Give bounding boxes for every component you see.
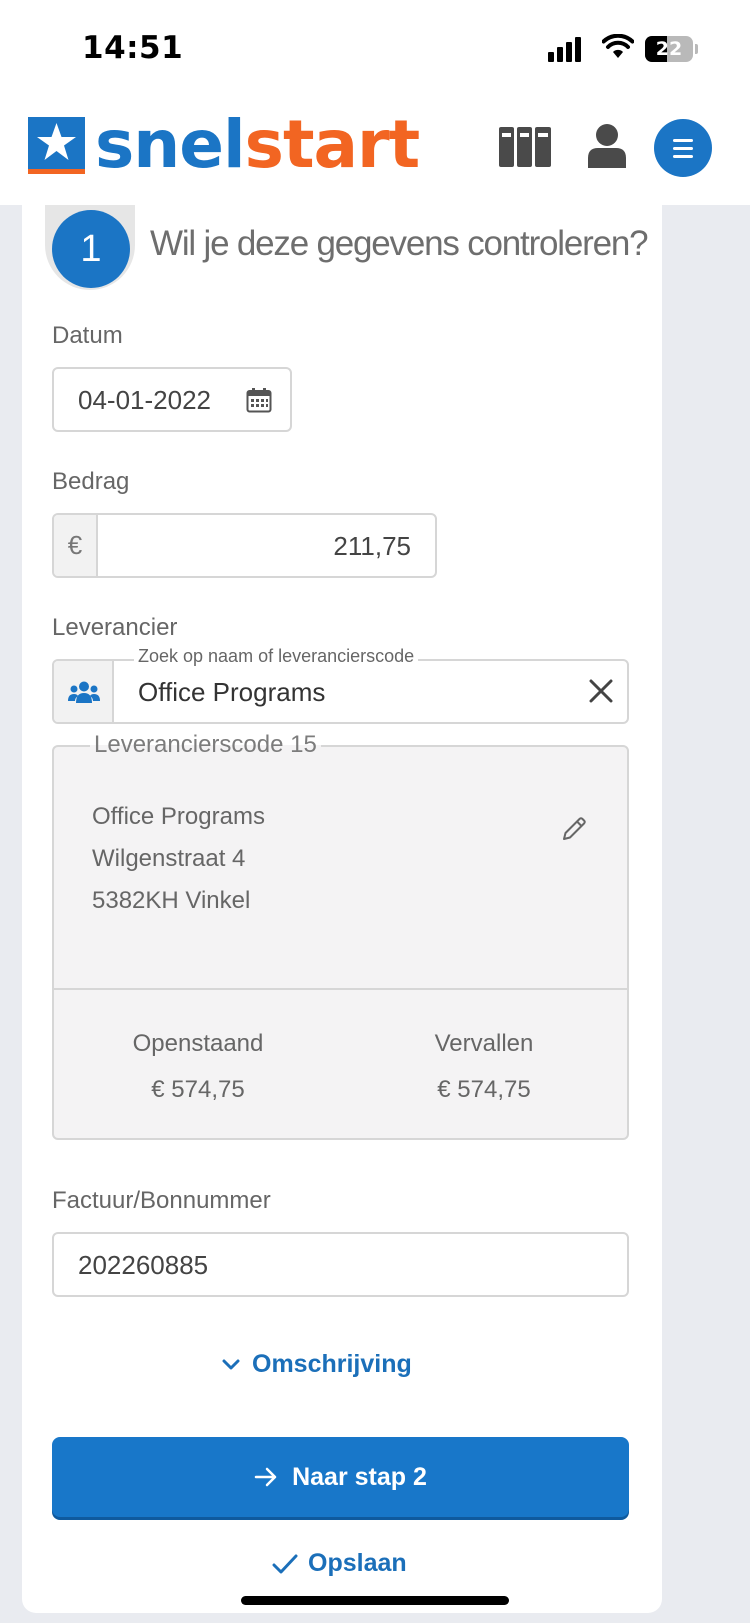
battery-icon: 22	[645, 36, 693, 62]
invoice-label: Factuur/Bonnummer	[52, 1187, 271, 1214]
invoice-number-field[interactable]: 202260885	[52, 1232, 629, 1297]
binders-icon[interactable]	[499, 127, 551, 167]
open-amount: € 574,75	[151, 1076, 245, 1103]
supplier-addon	[54, 661, 114, 722]
logo-star-icon[interactable]	[28, 117, 85, 174]
save-button[interactable]: Opslaan	[272, 1549, 407, 1578]
supplier-city: 5382KH Vinkel	[92, 887, 251, 914]
battery-tip	[695, 44, 698, 54]
users-icon	[68, 681, 100, 703]
amount-field[interactable]: € 211,75	[52, 513, 437, 578]
supplier-label: Leverancier	[52, 614, 178, 641]
date-label: Datum	[52, 322, 123, 349]
supplier-name: Office Programs	[92, 803, 265, 830]
wifi-icon	[602, 34, 634, 58]
battery-level: 22	[655, 38, 683, 60]
calendar-icon[interactable]	[246, 387, 272, 413]
app-header: snelstart	[0, 100, 750, 205]
overdue-label: Vervallen	[434, 1030, 534, 1057]
check-icon	[272, 1554, 298, 1573]
description-toggle[interactable]: Omschrijving	[222, 1350, 412, 1379]
date-value: 04-01-2022	[78, 385, 211, 415]
currency-addon: €	[54, 515, 98, 576]
status-bar: 14:51 22	[0, 0, 750, 100]
amount-label: Bedrag	[52, 468, 130, 495]
overdue-amount: € 574,75	[437, 1076, 531, 1103]
brand-snel: snel	[95, 106, 246, 183]
next-step-label: Naar stap 2	[292, 1462, 427, 1491]
clock: 14:51	[82, 30, 184, 66]
brand-start: start	[244, 106, 420, 183]
amount-value: 211,75	[333, 531, 411, 561]
user-icon[interactable]	[588, 124, 626, 168]
signal-icon	[548, 36, 581, 62]
supplier-value: Office Programs	[138, 677, 326, 707]
arrow-right-icon	[254, 1467, 277, 1487]
open-label: Openstaand	[132, 1030, 264, 1057]
home-indicator	[241, 1596, 509, 1605]
supplier-code-legend: Leverancierscode 15	[90, 731, 321, 759]
supplier-street: Wilgenstraat 4	[92, 845, 246, 872]
next-step-button[interactable]: Naar stap 2	[52, 1437, 629, 1517]
supplier-info-box: Leverancierscode 15 Office Programs Wilg…	[52, 731, 629, 1140]
overdue-balance: Vervallen € 574,75	[374, 1030, 594, 1104]
divider	[54, 988, 627, 990]
save-label: Opslaan	[308, 1549, 407, 1577]
brand-logo[interactable]: snelstart	[95, 105, 420, 185]
clear-icon[interactable]	[589, 679, 613, 703]
supplier-search-field[interactable]: Zoek op naam of leverancierscode Office …	[52, 646, 629, 724]
menu-button[interactable]	[654, 119, 712, 177]
step-number: 1	[52, 210, 130, 288]
date-field[interactable]: 04-01-2022	[52, 367, 292, 432]
invoice-value: 202260885	[78, 1250, 209, 1280]
edit-pencil-icon[interactable]	[560, 815, 588, 843]
step-title: Wil je deze gegevens controleren?	[150, 224, 649, 263]
open-balance: Openstaand € 574,75	[88, 1030, 308, 1104]
chevron-down-icon	[222, 1359, 240, 1369]
description-toggle-label: Omschrijving	[252, 1350, 412, 1378]
supplier-search-legend: Zoek op naam of leverancierscode	[134, 646, 419, 667]
